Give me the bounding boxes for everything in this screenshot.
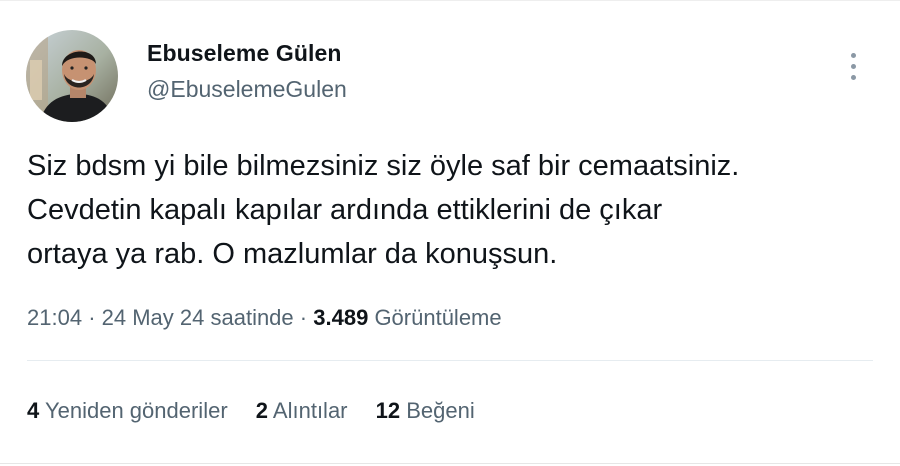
- quotes-label: Alıntılar: [272, 398, 348, 423]
- meta-separator: ·: [299, 305, 308, 330]
- avatar[interactable]: [26, 30, 118, 122]
- display-name[interactable]: Ebuseleme Gülen: [147, 40, 342, 67]
- retweets-label: Yeniden gönderiler: [44, 398, 228, 423]
- views-label: Görüntüleme: [374, 305, 502, 330]
- retweets-stat[interactable]: 4 Yeniden gönderiler: [27, 398, 234, 423]
- stats-divider: [27, 360, 873, 361]
- retweets-count: 4: [27, 398, 40, 423]
- avatar-image: [26, 30, 118, 122]
- tweet-date[interactable]: 24 May 24 saatinde: [102, 305, 294, 330]
- likes-label: Beğeni: [406, 398, 475, 423]
- top-divider: [0, 0, 900, 1]
- quotes-count: 2: [255, 398, 269, 423]
- tweet-meta: 21:04 · 24 May 24 saatinde · 3.489 Görün…: [27, 305, 502, 331]
- likes-count: 12: [375, 398, 401, 423]
- bottom-divider: [0, 463, 900, 464]
- tweet-line: Siz bdsm yi bile bilmezsiniz siz öyle sa…: [27, 150, 740, 182]
- quotes-stat[interactable]: 2 Alıntılar: [256, 398, 354, 423]
- views-count: 3.489: [313, 305, 369, 330]
- engagement-stats: 4 Yeniden gönderiler 2 Alıntılar 12 Beğe…: [27, 398, 497, 424]
- tweet-line: ortaya ya rab. O mazlumlar da konuşsun.: [27, 238, 558, 270]
- user-handle[interactable]: @EbuselemeGulen: [147, 76, 347, 103]
- likes-stat[interactable]: 12 Beğeni: [376, 398, 475, 423]
- tweet-line: Cevdetin kapalı kapılar ardında ettikler…: [27, 194, 663, 226]
- meta-separator: ·: [88, 305, 96, 330]
- more-vertical-icon[interactable]: [840, 50, 868, 84]
- tweet-time[interactable]: 21:04: [27, 305, 82, 330]
- tweet-text: Siz bdsm yi bile bilmezsiniz siz öyle sa…: [27, 144, 877, 276]
